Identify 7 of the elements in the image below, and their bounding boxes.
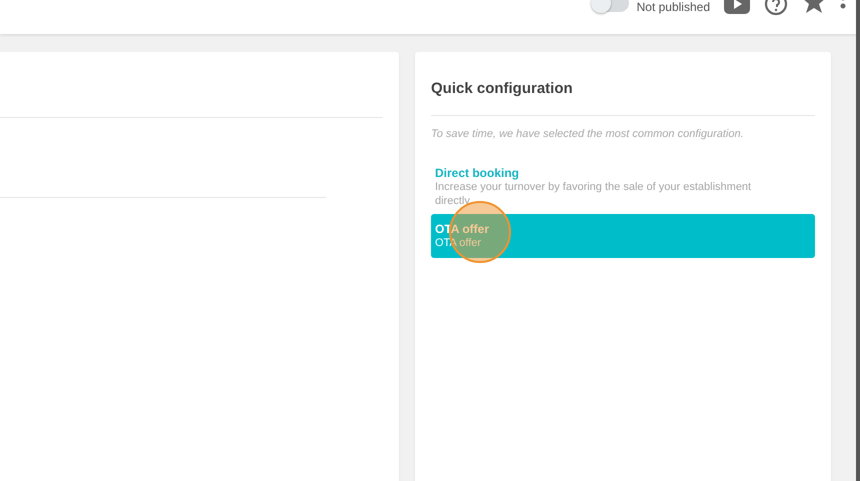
star-icon[interactable] [802,0,826,14]
hint-text: To save time, we have selected the most common configuration. [431,128,745,140]
configuration-option[interactable]: Direct booking Increase your turnover by favoring the sale of your establishment directly. [431,166,815,208]
publish-status: Not published [636,0,710,14]
play-icon[interactable] [724,0,750,14]
help-icon[interactable] [764,0,788,16]
card-title: Quick configuration [431,80,574,97]
